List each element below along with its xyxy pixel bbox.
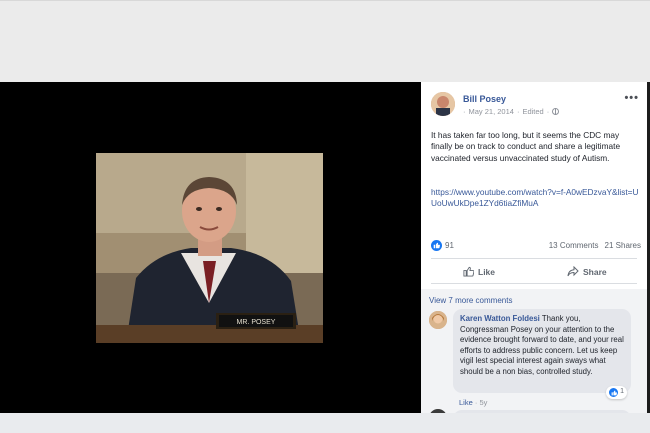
share-arrow-icon [567, 266, 579, 277]
like-button[interactable]: Like [463, 266, 495, 277]
author-name[interactable]: Bill Posey [463, 94, 506, 104]
video-still-image: MR. POSEY [96, 153, 323, 343]
post-stats: 13 Comments 21 Shares [549, 241, 641, 250]
thumbs-up-icon [463, 266, 474, 277]
like-reaction-icon [431, 240, 442, 251]
comment-reaction-count: 1 [620, 388, 624, 396]
commenter-name[interactable]: Karen Watton Foldesi [460, 314, 540, 323]
post-link[interactable]: https://www.youtube.com/watch?v=f-A0wEDz… [431, 187, 643, 210]
shares-count[interactable]: 21 Shares [605, 241, 641, 250]
comment-reactions[interactable]: 1 [606, 386, 627, 399]
comment-like-link[interactable]: Like [459, 398, 473, 407]
comment-time[interactable]: 5y [479, 398, 487, 407]
browser-background-bottom [0, 413, 650, 433]
comment-text: Thank you, Congressman Posey on your att… [460, 314, 624, 376]
like-label: Like [478, 266, 496, 277]
video-thumbnail[interactable]: MR. POSEY [96, 153, 323, 343]
share-label: Share [583, 266, 607, 277]
view-more-comments-link[interactable]: View 7 more comments [429, 296, 512, 305]
comment-actions: Like · 5y [459, 398, 488, 407]
globe-icon [552, 108, 560, 115]
post-meta: · May 21, 2014 · Edited · [463, 107, 560, 116]
browser-background-top [0, 0, 650, 82]
reaction-summary[interactable]: 91 [431, 240, 454, 251]
comments-count[interactable]: 13 Comments [549, 241, 599, 250]
divider [431, 283, 637, 284]
comment-bubble: Karen Watton Foldesi Thank you, Congress… [453, 309, 631, 399]
like-count: 91 [445, 241, 454, 250]
nameplate-text: MR. POSEY [237, 319, 276, 326]
edited-label[interactable]: Edited [522, 107, 543, 116]
media-viewer[interactable]: MR. POSEY [0, 82, 421, 413]
comments-section: View 7 more comments Karen Watton Foldes… [421, 289, 647, 413]
post-panel: Bill Posey · May 21, 2014 · Edited · •••… [421, 82, 647, 413]
commenter-avatar[interactable] [429, 311, 447, 329]
more-options-icon[interactable]: ••• [624, 92, 639, 104]
like-reaction-icon [609, 388, 619, 398]
author-avatar[interactable] [431, 92, 455, 116]
post-text: It has taken far too long, but it seems … [431, 130, 621, 163]
post-date[interactable]: May 21, 2014 [469, 107, 514, 116]
share-button[interactable]: Share [567, 266, 607, 277]
divider [431, 258, 637, 259]
